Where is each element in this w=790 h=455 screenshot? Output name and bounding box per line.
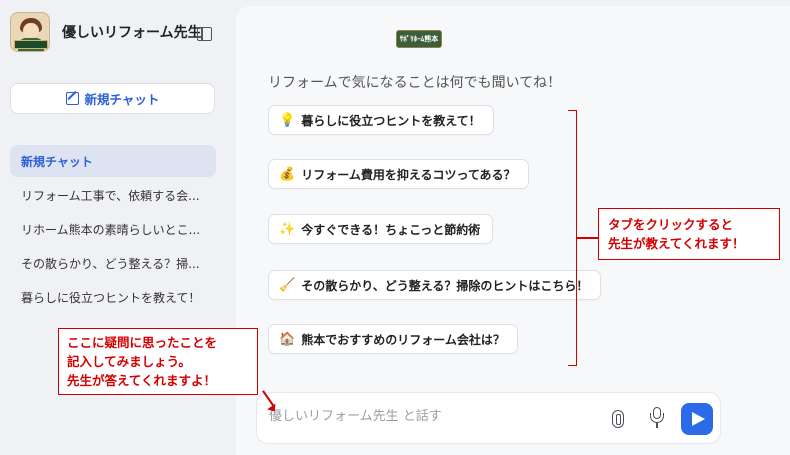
- brand: 優しいリフォーム先生: [10, 12, 202, 52]
- teacher-avatar-icon: [10, 12, 50, 52]
- microphone-icon[interactable]: [649, 407, 665, 429]
- suggestion-label: 熊本でおすすめのリフォーム会社は？: [301, 332, 505, 347]
- greeting-text: リフォームで気になることは何でも聞いてね！: [268, 75, 562, 91]
- suggestion-chip[interactable]: ✨ 今すぐできる！ちょこっと節約術: [268, 214, 494, 244]
- company-logo-text: ｻﾎﾟﾘﾎｰﾑ熊本: [399, 35, 439, 43]
- history-item[interactable]: リフォーム工事で、依頼する会...: [10, 179, 216, 211]
- money-bag-icon: 💰: [279, 166, 296, 182]
- annotation-line: タブをクリックすると: [608, 217, 734, 232]
- broom-icon: 🧹: [279, 277, 296, 293]
- message-composer: [256, 392, 721, 444]
- message-input[interactable]: [269, 409, 589, 424]
- history-item[interactable]: リホーム熊本の素晴らしいとこ...: [10, 213, 216, 245]
- annotation-connector: [576, 237, 598, 239]
- lightbulb-icon: 💡: [279, 112, 296, 128]
- chat-history: 新規チャット リフォーム工事で、依頼する会... リホーム熊本の素晴らしいとこ.…: [10, 145, 216, 315]
- suggestion-label: 今すぐできる！ちょこっと節約術: [301, 222, 481, 237]
- annotation-callout-input: ここに疑問に思ったことを 記入してみましょう。 先生が答えてくれますよ！: [58, 328, 258, 395]
- suggestion-label: その散らかり、どう整える？掃除のヒントはこちら！: [301, 278, 589, 293]
- sparkles-icon: ✨: [279, 221, 296, 237]
- send-button[interactable]: [681, 403, 713, 435]
- suggestion-label: 暮らしに役立つヒントを教えて！: [301, 113, 481, 128]
- company-logo: ｻﾎﾟﾘﾎｰﾑ熊本: [396, 30, 442, 48]
- suggestion-chip[interactable]: 🧹 その散らかり、どう整える？掃除のヒントはこちら！: [268, 270, 602, 300]
- new-chat-button[interactable]: 新規チャット: [10, 83, 215, 114]
- history-item[interactable]: その散らかり、どう整える？掃...: [10, 247, 216, 279]
- suggestion-chip[interactable]: 💰 リフォーム費用を抑えるコツってある？: [268, 159, 529, 189]
- history-item[interactable]: 暮らしに役立つヒントを教えて！: [10, 281, 216, 313]
- annotation-line: ここに疑問に思ったことを: [67, 335, 218, 350]
- paperclip-icon[interactable]: [612, 410, 624, 428]
- suggestion-chip[interactable]: 🏠 熊本でおすすめのリフォーム会社は？: [268, 324, 518, 354]
- sidebar-toggle-icon[interactable]: [197, 27, 212, 41]
- suggestion-label: リフォーム費用を抑えるコツってある？: [301, 167, 516, 182]
- annotation-line: 先生が答えてくれますよ！: [67, 373, 217, 388]
- edit-icon: [65, 92, 79, 105]
- annotation-callout-tabs: タブをクリックすると 先生が教えてくれます！: [598, 208, 780, 260]
- suggestion-chip[interactable]: 💡 暮らしに役立つヒントを教えて！: [268, 105, 494, 135]
- history-item[interactable]: 新規チャット: [10, 145, 216, 177]
- app-title: 優しいリフォーム先生: [62, 25, 202, 41]
- house-icon: 🏠: [279, 331, 296, 347]
- annotation-line: 記入してみましょう。: [67, 354, 191, 369]
- annotation-line: 先生が教えてくれます！: [608, 236, 745, 251]
- new-chat-label: 新規チャット: [84, 92, 160, 107]
- send-icon: [692, 412, 705, 426]
